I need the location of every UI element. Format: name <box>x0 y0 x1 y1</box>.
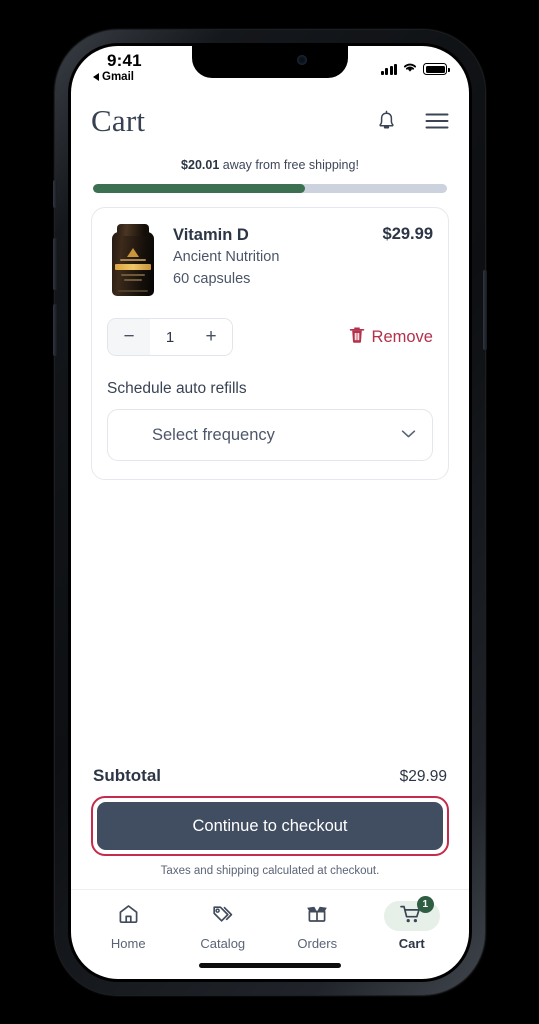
product-brand: Ancient Nutrition <box>173 249 280 265</box>
nav-item-orders[interactable]: Orders <box>278 901 356 951</box>
phone-frame: 9:41 Gmail Cart $20.01 away from free sh… <box>53 30 487 995</box>
chevron-down-icon <box>401 426 416 444</box>
checkout-highlight-ring: Continue to checkout <box>91 796 449 856</box>
status-bar-right <box>380 60 450 78</box>
product-name[interactable]: Vitamin D <box>173 224 369 246</box>
free-shipping-suffix: away from free shipping! <box>219 158 359 172</box>
home-icon <box>117 903 140 930</box>
tags-icon-wrap <box>195 901 251 931</box>
quantity-value: 1 <box>165 328 175 346</box>
subtotal-value: $29.99 <box>399 768 447 785</box>
quantity-increment-button[interactable]: + <box>190 319 232 355</box>
free-shipping-message: $20.01 away from free shipping! <box>93 156 447 174</box>
nav-label-catalog: Catalog <box>200 936 246 951</box>
shopping-cart-icon-wrap: 1 <box>383 896 440 931</box>
remove-button[interactable]: Remove <box>349 326 433 349</box>
status-time: 9:41 <box>107 51 142 70</box>
auto-refill-label: Schedule auto refills <box>107 380 247 397</box>
continue-to-checkout-button[interactable]: Continue to checkout <box>97 802 443 850</box>
tax-note: Taxes and shipping calculated at checkou… <box>160 865 380 877</box>
volume-up-button[interactable] <box>53 238 57 290</box>
cart-item-details: Vitamin D Ancient Nutrition 60 capsules <box>173 224 369 290</box>
back-app-label: Gmail <box>102 71 134 83</box>
back-to-app-button[interactable]: Gmail <box>93 71 134 83</box>
silent-switch[interactable] <box>53 180 57 208</box>
nav-label-cart: Cart <box>398 936 425 951</box>
cart-item-summary: Vitamin D Ancient Nutrition 60 capsules … <box>107 224 433 298</box>
free-shipping-amount: $20.01 <box>181 158 220 172</box>
header-actions <box>374 109 449 133</box>
product-price: $29.99 <box>382 225 433 243</box>
tags-icon <box>211 903 235 930</box>
open-box-icon-wrap <box>289 901 345 931</box>
quantity-stepper[interactable]: − 1 + <box>107 318 233 356</box>
cart-footer: Subtotal $29.99 Continue to checkout Tax… <box>71 766 469 877</box>
free-shipping-progress-fill <box>93 184 306 193</box>
page-title: Cart <box>91 103 146 138</box>
quantity-decrement-button[interactable]: − <box>108 319 150 355</box>
supplement-bottle-image[interactable] <box>107 224 159 298</box>
nav-item-home[interactable]: Home <box>89 901 167 951</box>
app-header: Cart <box>71 92 469 150</box>
battery-full-icon <box>423 63 450 75</box>
bottom-navigation: Home Catalog Orders 1 Cart <box>71 889 469 951</box>
product-variant: 60 capsules <box>173 271 251 287</box>
home-indicator[interactable] <box>71 951 469 979</box>
phone-screen: 9:41 Gmail Cart $20.01 away from free sh… <box>71 46 469 979</box>
open-box-icon <box>305 903 329 930</box>
remove-label: Remove <box>371 327 433 346</box>
subtotal-row: Subtotal $29.99 <box>91 766 449 796</box>
nav-item-catalog[interactable]: Catalog <box>184 901 262 951</box>
free-shipping-progress-track <box>93 184 447 193</box>
power-button[interactable] <box>483 270 487 350</box>
cart-item-actions: − 1 + Remove <box>107 318 433 356</box>
status-bar-left: 9:41 Gmail <box>93 51 142 83</box>
cart-badge: 1 <box>416 896 434 913</box>
home-icon-wrap <box>100 901 156 931</box>
trash-icon <box>349 326 365 349</box>
nav-item-cart[interactable]: 1 Cart <box>373 896 451 951</box>
subtotal-label: Subtotal <box>93 766 161 785</box>
wifi-icon <box>402 60 418 78</box>
free-shipping-banner: $20.01 away from free shipping! <box>71 150 469 193</box>
signal-bars-icon <box>380 63 397 75</box>
cart-item-card: Vitamin D Ancient Nutrition 60 capsules … <box>91 207 449 480</box>
nav-label-orders: Orders <box>297 936 338 951</box>
hamburger-menu-icon[interactable] <box>425 109 449 133</box>
bell-icon[interactable] <box>374 109 398 133</box>
frequency-selected-value: Select frequency <box>152 425 275 444</box>
volume-down-button[interactable] <box>53 304 57 356</box>
frequency-select[interactable]: Select frequency <box>107 409 433 461</box>
status-bar: 9:41 Gmail <box>71 46 469 92</box>
phone-bezel: 9:41 Gmail Cart $20.01 away from free sh… <box>68 43 472 982</box>
nav-label-home: Home <box>110 936 146 951</box>
back-arrow-icon <box>93 73 99 81</box>
cart-item-list: Vitamin D Ancient Nutrition 60 capsules … <box>71 193 469 766</box>
